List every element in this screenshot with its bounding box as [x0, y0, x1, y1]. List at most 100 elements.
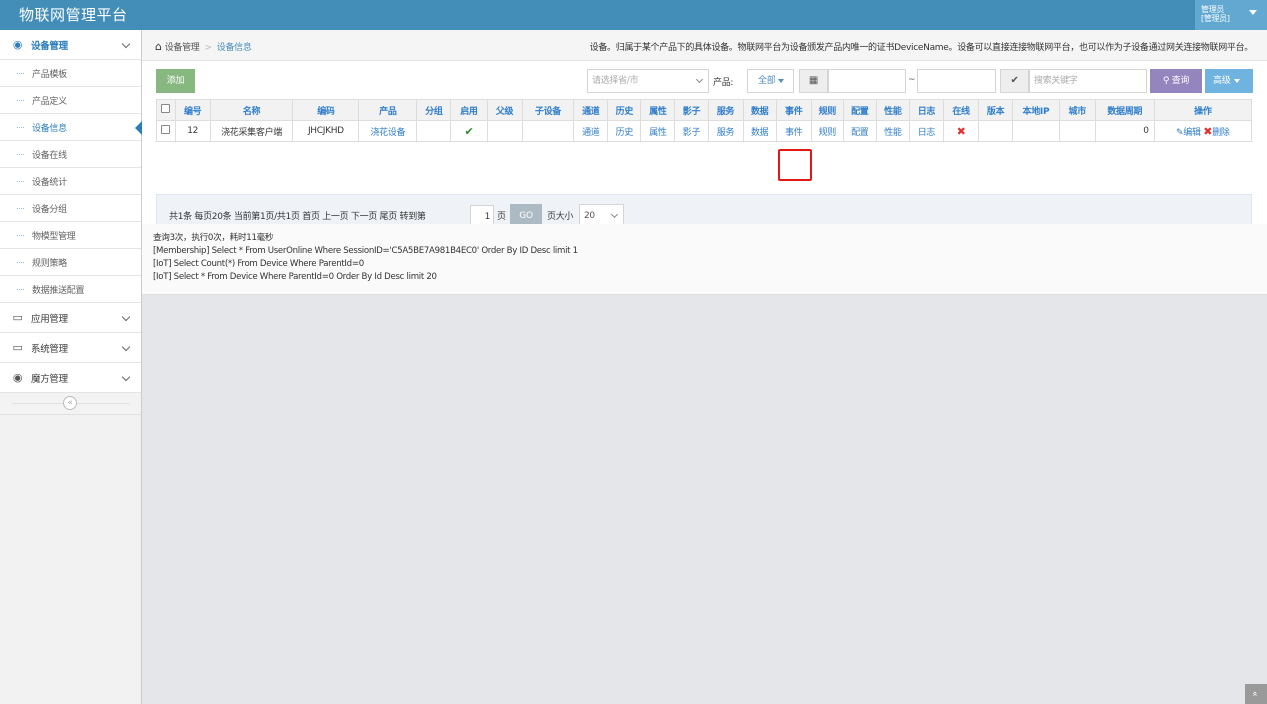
column-header: 数据	[742, 99, 777, 121]
config-link[interactable]: 配置	[842, 120, 877, 142]
scroll-top-button[interactable]: »	[1245, 684, 1267, 704]
chevron-down-icon	[121, 312, 131, 322]
column-header: 性能	[875, 99, 910, 121]
toolbar: 添加 请选择省/市 产品: 全部 ▦ ~ ✔ 搜索关键字 ⚲ 查询 高级	[156, 69, 1254, 93]
device-table: 编号 名称 编码 产品 分组 启用 父级 子设备 通道 历史 属性 影子 服务 …	[156, 99, 1253, 142]
sidebar-item-label: 设备统计	[32, 177, 67, 188]
page-size-value: 20	[584, 211, 595, 221]
sidebar-item-device-group[interactable]: 设备分组	[0, 195, 141, 222]
sidebar-item-data-push[interactable]: 数据推送配置	[0, 276, 141, 303]
user-menu[interactable]: 管理员 [管理员]	[1195, 0, 1267, 30]
column-header[interactable]: 名称	[209, 99, 294, 121]
sidebar-collapse: «	[0, 393, 141, 415]
sidebar-group-label: 设备管理	[31, 40, 68, 52]
sidebar-group-app-management[interactable]: ▭ 应用管理	[0, 303, 141, 333]
sidebar-item-thing-model[interactable]: 物模型管理	[0, 222, 141, 249]
page-description: 设备。归属于某个产品下的具体设备。物联网平台为设备颁发产品内唯一的证书Devic…	[589, 43, 1254, 53]
column-header[interactable]: 分组	[416, 99, 452, 121]
sidebar-group-system-management[interactable]: ▭ 系统管理	[0, 333, 141, 363]
brand-title[interactable]: 物联网管理平台	[19, 4, 128, 25]
data-link[interactable]: 数据	[742, 120, 777, 142]
tachometer-icon: ◉	[12, 38, 23, 51]
sidebar-item-device-stats[interactable]: 设备统计	[0, 168, 141, 195]
close-icon: ✖	[1203, 124, 1213, 138]
chevron-down-icon	[121, 372, 131, 382]
search-placeholder: 搜索关键字	[1034, 76, 1078, 86]
edit-button[interactable]: ✎编辑	[1176, 128, 1201, 138]
sidebar-item-label: 设备分组	[32, 204, 67, 215]
calendar-icon[interactable]: ▦	[799, 69, 828, 93]
breadcrumb-bar: ⌂ 设备管理 > 设备信息 设备。归属于某个产品下的具体设备。物联网平台为设备颁发产品…	[142, 30, 1267, 61]
log-line: [IoT] Select Count(*) From Device Where …	[153, 259, 364, 269]
channel-link[interactable]: 通道	[573, 120, 609, 142]
sidebar-item-device-info[interactable]: 设备信息	[0, 114, 143, 141]
history-link[interactable]: 历史	[607, 120, 642, 142]
column-header[interactable]: 在线	[942, 99, 980, 121]
delete-button[interactable]: ✖删除	[1203, 124, 1230, 138]
column-header[interactable]: 父级	[486, 99, 523, 121]
column-header[interactable]: 子设备	[521, 99, 575, 121]
column-header: 事件	[775, 99, 812, 121]
column-header[interactable]: 数据周期	[1094, 99, 1155, 121]
column-header[interactable]: 编码	[292, 99, 360, 121]
column-header: 属性	[640, 99, 676, 121]
highlight-box	[778, 149, 812, 181]
collapse-sidebar-button[interactable]: «	[63, 396, 77, 410]
search-button[interactable]: ⚲ 查询	[1150, 69, 1202, 93]
chevron-down-icon	[121, 342, 131, 352]
cell-enabled: ✔	[450, 120, 488, 142]
sidebar-group-cube-management[interactable]: ◉ 魔方管理	[0, 363, 141, 393]
tachometer-icon: ◉	[12, 371, 23, 384]
chevron-down-icon	[121, 39, 131, 49]
cell-parent	[486, 120, 523, 142]
column-header[interactable]: 版本	[978, 99, 1014, 121]
cell-version	[978, 120, 1014, 142]
sidebar-item-device-online[interactable]: 设备在线	[0, 141, 141, 168]
pager-summary: 共1条 每页20条 当前第1页/共1页 首页 上一页 下一页 尾页 转到第	[169, 212, 426, 222]
cell-city	[1058, 120, 1096, 142]
product-dropdown[interactable]: 全部	[747, 69, 794, 93]
performance-link[interactable]: 性能	[875, 120, 910, 142]
column-header: 配置	[842, 99, 877, 121]
search-icon: ⚲	[1162, 76, 1172, 86]
page-unit-label: 页	[497, 212, 506, 222]
row-checkbox[interactable]	[156, 120, 176, 142]
column-header: 日志	[908, 99, 944, 121]
service-link[interactable]: 服务	[707, 120, 744, 142]
column-header[interactable]: 编号	[174, 99, 211, 121]
desktop-icon: ▭	[12, 311, 23, 324]
log-line: [Membership] Select * From UserOnline Wh…	[153, 246, 578, 256]
cross-icon: ✖	[956, 124, 966, 138]
select-all-checkbox[interactable]	[156, 99, 176, 121]
column-header[interactable]: 城市	[1058, 99, 1096, 121]
start-date-input[interactable]	[828, 69, 906, 93]
rule-link[interactable]: 规则	[810, 120, 844, 142]
advanced-button[interactable]: 高级	[1205, 69, 1253, 93]
breadcrumb-home[interactable]: 设备管理	[165, 43, 200, 53]
sidebar-item-label: 物模型管理	[32, 231, 76, 242]
product-label: 产品:	[713, 78, 734, 88]
cell-actions: ✎编辑 ✖删除	[1153, 120, 1253, 142]
cell-children	[521, 120, 575, 142]
column-header[interactable]: 本地IP	[1012, 99, 1060, 121]
column-header[interactable]: 产品	[358, 99, 418, 121]
sidebar-group-device-management[interactable]: ◉ 设备管理	[0, 30, 141, 60]
cell-online: ✖	[942, 120, 980, 142]
cell-period: 0	[1094, 120, 1155, 142]
shadow-link[interactable]: 影子	[674, 120, 709, 142]
province-select[interactable]: 请选择省/市	[587, 69, 709, 93]
end-date-input[interactable]	[917, 69, 996, 93]
log-link[interactable]: 日志	[908, 120, 944, 142]
search-input[interactable]: 搜索关键字	[1029, 69, 1147, 93]
sidebar-item-product-definition[interactable]: 产品定义	[0, 87, 141, 114]
column-header[interactable]: 启用	[450, 99, 488, 121]
top-navbar: 物联网管理平台 管理员 [管理员]	[0, 0, 1267, 30]
add-button[interactable]: 添加	[156, 69, 195, 93]
sidebar-item-rule-strategy[interactable]: 规则策略	[0, 249, 141, 276]
sidebar-item-product-template[interactable]: 产品模板	[0, 60, 141, 87]
sidebar-item-label: 设备在线	[32, 150, 67, 161]
property-link[interactable]: 属性	[640, 120, 676, 142]
cell-product-link[interactable]: 浇花设备	[358, 120, 418, 142]
event-link[interactable]: 事件	[775, 120, 812, 142]
product-value: 全部	[758, 76, 776, 86]
